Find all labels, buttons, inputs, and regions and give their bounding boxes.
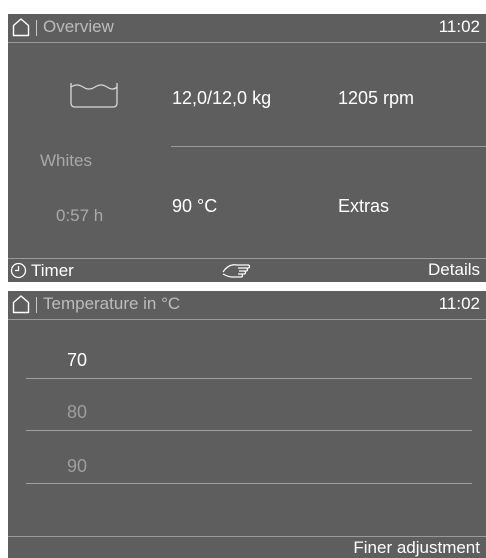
header-separator	[36, 20, 37, 36]
finer-adjustment-button[interactable]: Finer adjustment	[353, 538, 480, 558]
option-divider	[26, 483, 472, 484]
spin-speed-value[interactable]: 1205 rpm	[338, 88, 414, 109]
clock-time: 11:02	[438, 294, 480, 313]
page-title: Overview	[43, 17, 114, 36]
load-value[interactable]: 12,0/12,0 kg	[172, 88, 271, 109]
program-name: Whites	[40, 151, 92, 170]
hand-pointer-icon[interactable]	[222, 261, 252, 279]
row-divider	[171, 146, 486, 147]
option-divider	[26, 430, 472, 431]
home-icon[interactable]	[11, 294, 31, 314]
overview-header: Overview 11:02	[8, 14, 486, 43]
home-icon[interactable]	[11, 17, 31, 37]
temperature-screen: Temperature in °C 11:02 70 80 90 Finer a…	[8, 291, 486, 558]
overview-footer: Timer Details	[8, 258, 486, 282]
page-title: Temperature in °C	[43, 294, 181, 313]
timer-button[interactable]: Timer	[10, 260, 74, 281]
option-divider	[26, 378, 472, 379]
extras-option[interactable]: Extras	[338, 196, 389, 217]
clock-time: 11:02	[438, 17, 480, 36]
timer-label: Timer	[31, 260, 74, 280]
temperature-option-70[interactable]: 70	[67, 350, 87, 371]
clock-icon	[10, 262, 27, 279]
overview-screen: Overview 11:02 12,0/12,0 kg 1205 rpm Whi…	[8, 14, 486, 282]
wash-tub-icon[interactable]	[68, 80, 120, 110]
temperature-option-80[interactable]: 80	[67, 402, 87, 423]
details-button[interactable]: Details	[428, 260, 480, 280]
temperature-option-90[interactable]: 90	[67, 456, 87, 477]
temperature-header: Temperature in °C 11:02	[8, 291, 486, 320]
temperature-value[interactable]: 90 °C	[172, 196, 217, 217]
header-separator	[36, 297, 37, 313]
program-duration: 0:57 h	[56, 206, 104, 225]
temperature-footer: Finer adjustment	[8, 536, 486, 558]
